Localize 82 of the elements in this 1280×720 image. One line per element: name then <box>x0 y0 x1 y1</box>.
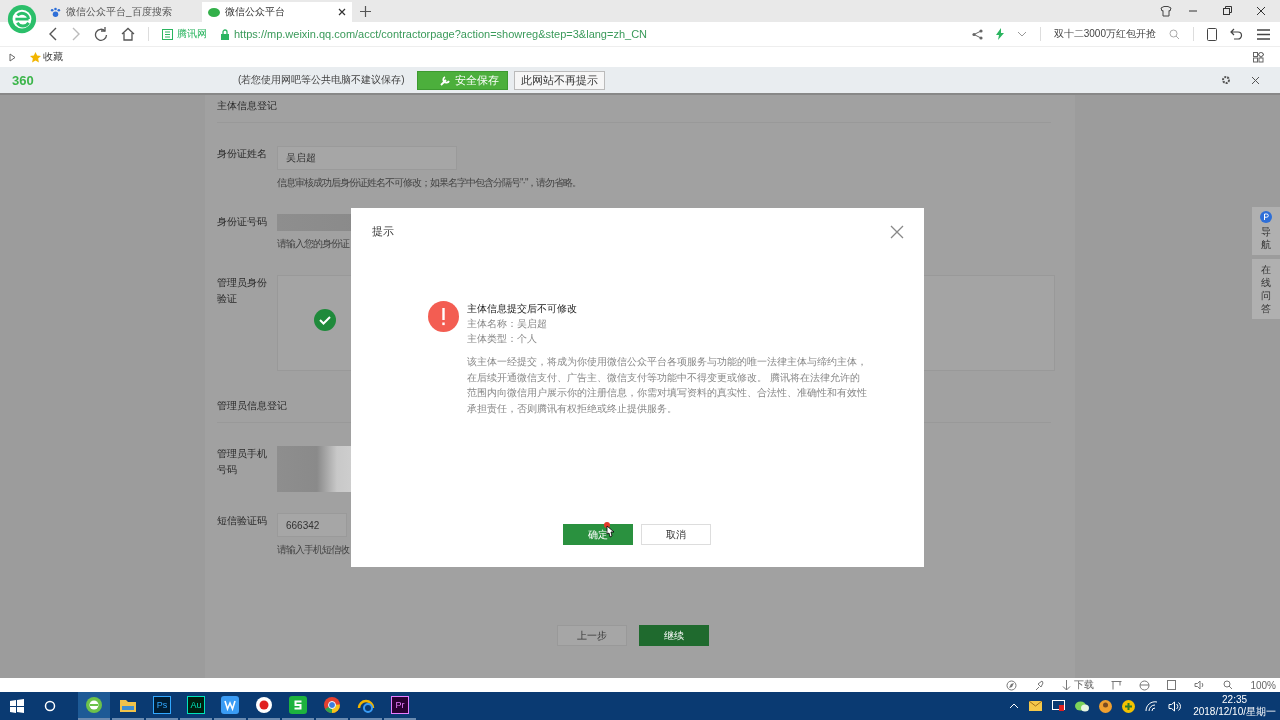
brand-logo: 360 <box>12 72 35 88</box>
star-icon <box>30 51 41 63</box>
dismiss-button[interactable]: 此网站不再提示 <box>513 70 605 90</box>
paw-icon <box>50 6 61 18</box>
url-text[interactable]: https://mp.weixin.qq.com/acct/contractorpage?action=showreg&step=3&lang=zh_CN <box>234 28 648 40</box>
s-app-icon <box>289 696 307 714</box>
browser-icon <box>85 696 103 714</box>
clock-date[interactable]: 2018/12/10/星期一 <box>1193 706 1276 718</box>
record-icon <box>255 696 273 714</box>
lightning-icon[interactable] <box>995 28 1004 40</box>
mail-icon[interactable] <box>1029 701 1043 711</box>
user-avatar-icon[interactable] <box>1099 699 1113 713</box>
taskbar-app[interactable]: Au <box>180 692 212 720</box>
back-button[interactable]: 上一步 <box>557 625 627 646</box>
entity-name: 主体名称：吴启超 <box>467 317 548 331</box>
entity-type: 主体类型：个人 <box>467 332 538 346</box>
share-icon[interactable] <box>971 28 983 40</box>
download-button[interactable]: 下载 <box>1062 678 1095 692</box>
chat-icon[interactable] <box>1075 700 1090 712</box>
volume-icon[interactable] <box>1168 700 1182 712</box>
online-qa-button[interactable]: 在线问答 <box>1252 259 1280 319</box>
section-title: 主体信息登记 <box>217 95 1051 123</box>
clock-time[interactable]: 22:35 <box>1222 694 1248 706</box>
navigation-button[interactable]: 导航 <box>1252 207 1280 255</box>
browser-icon[interactable] <box>1139 679 1151 691</box>
folder-icon <box>119 697 137 713</box>
expand-icon[interactable] <box>9 52 16 62</box>
chevron-down-icon[interactable] <box>1016 31 1027 37</box>
page-icon[interactable] <box>1167 679 1178 691</box>
confirm-button[interactable]: 确定 <box>563 524 633 545</box>
p-logo-icon <box>1260 211 1272 223</box>
pin-icon[interactable] <box>1034 679 1046 691</box>
warning-icon <box>428 301 459 332</box>
field-label: 管理员手机号码 <box>217 447 268 477</box>
tablet-icon[interactable] <box>1207 27 1217 41</box>
chrome-like-icon <box>323 696 341 714</box>
zoom-icon[interactable] <box>1223 680 1234 690</box>
taskbar-app[interactable] <box>78 692 110 720</box>
close-icon[interactable] <box>338 8 346 16</box>
field-label: 身份证姓名 <box>217 147 268 161</box>
browser-tab[interactable]: 微信公众平台_百度搜索 <box>44 2 194 22</box>
cancel-button[interactable]: 取消 <box>641 524 711 545</box>
download-icon <box>1062 679 1072 691</box>
apps-icon[interactable] <box>1253 51 1264 63</box>
settings-icon[interactable] <box>1221 75 1231 85</box>
search-suggestion[interactable]: 双十二3000万红包开抢 <box>1053 27 1156 41</box>
wifi-icon[interactable] <box>1145 700 1159 712</box>
back-icon[interactable] <box>48 27 58 41</box>
shirt-icon[interactable] <box>1160 5 1172 17</box>
undo-icon[interactable] <box>1230 28 1244 40</box>
taskbar-app[interactable]: Pr <box>384 692 416 720</box>
sms-code-field[interactable]: 666342 <box>277 513 347 537</box>
zoom-level[interactable]: 100% <box>1250 679 1276 691</box>
field-hint: 请输入您的身份证 <box>277 237 351 251</box>
dialog-title: 提示 <box>372 224 394 239</box>
field-hint: 信息审核成功后身份证姓名不可修改；如果名字中包含分隔号"·"，请勿省略。 <box>277 176 582 190</box>
lock-icon <box>220 28 230 40</box>
start-icon[interactable] <box>10 699 24 713</box>
search-icon[interactable] <box>44 700 56 712</box>
field-label: 管理员身份验证 <box>217 276 268 306</box>
chevron-up-icon[interactable] <box>1009 703 1020 709</box>
field-hint: 请输入手机短信收 <box>277 543 349 557</box>
monitor-icon[interactable] <box>1052 700 1066 712</box>
taskbar-app[interactable]: Ps <box>146 692 178 720</box>
wrench-icon <box>439 74 451 86</box>
new-tab-icon[interactable] <box>360 5 371 17</box>
w-app-icon <box>221 696 239 714</box>
save-note: (若您使用网吧等公共电脑不建议保存) <box>238 73 405 87</box>
bookmark-item[interactable]: 收藏 <box>30 50 63 64</box>
site-icon <box>162 28 173 40</box>
field-label: 身份证号码 <box>217 215 268 229</box>
reload-icon[interactable] <box>94 27 108 41</box>
chat-icon <box>208 6 220 18</box>
close-icon[interactable] <box>1251 75 1260 85</box>
menu-icon[interactable] <box>1257 28 1270 40</box>
compass-icon[interactable] <box>1006 679 1018 691</box>
field-label: 短信验证码 <box>217 514 268 528</box>
name-field[interactable]: 吴启超 <box>277 146 457 170</box>
dialog-heading: 主体信息提交后不可修改 <box>467 302 578 316</box>
continue-button[interactable]: 继续 <box>639 625 709 646</box>
browser-tab[interactable]: 微信公众平台 <box>202 2 352 22</box>
home-icon[interactable] <box>121 27 135 41</box>
